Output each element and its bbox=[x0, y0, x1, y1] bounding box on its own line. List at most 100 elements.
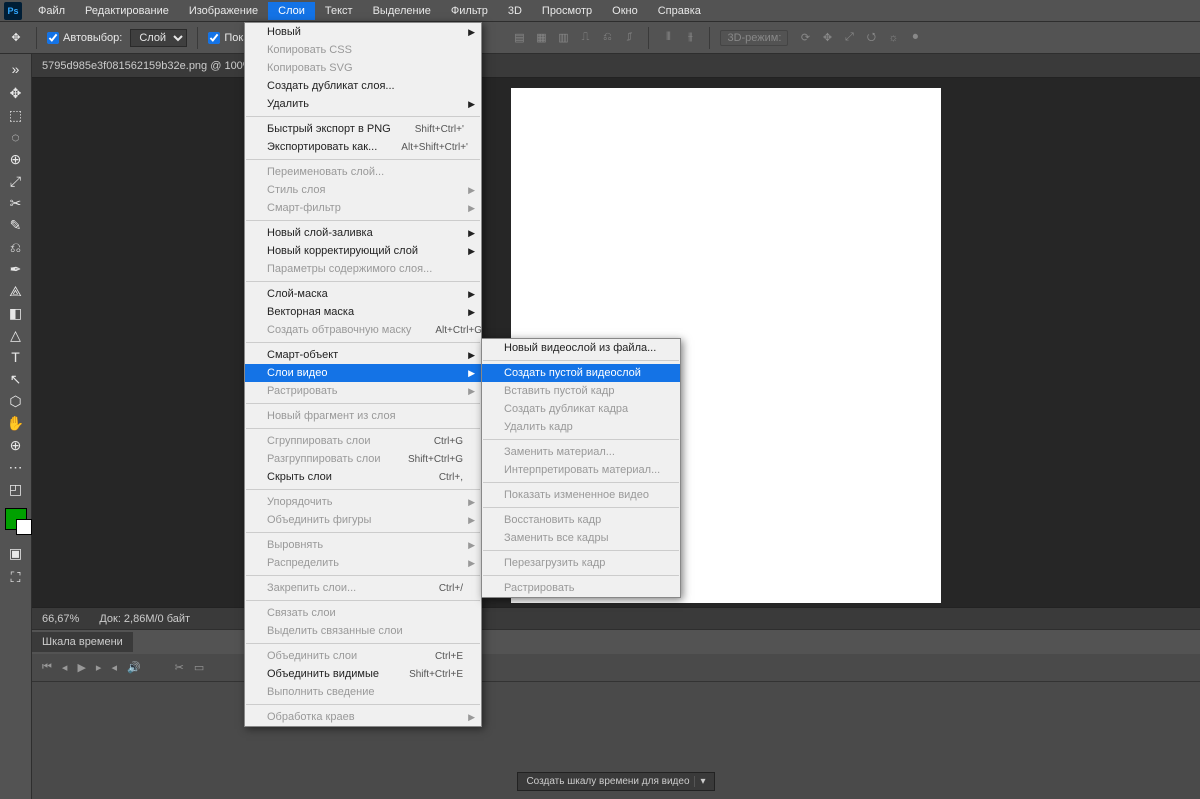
layers-menu-item[interactable]: Быстрый экспорт в PNGShift+Ctrl+' bbox=[245, 120, 481, 138]
autoselect-checkbox[interactable]: Автовыбор: bbox=[47, 32, 122, 44]
next-frame-icon[interactable]: ▸ bbox=[96, 661, 102, 674]
quickmask-icon[interactable]: ▣ bbox=[4, 542, 28, 564]
menu-3d[interactable]: 3D bbox=[498, 2, 532, 20]
align-icon[interactable]: ▦ bbox=[532, 29, 550, 47]
zoom-level[interactable]: 66,67% bbox=[42, 613, 79, 625]
tool-button[interactable]: ✎ bbox=[4, 214, 28, 236]
move-tool-icon: ✥ bbox=[6, 28, 26, 48]
layers-menu-item[interactable]: Слои видео▶ bbox=[245, 364, 481, 382]
layers-menu-item[interactable]: Создать дубликат слоя... bbox=[245, 77, 481, 95]
distribute-icon[interactable]: ⫴ bbox=[659, 29, 677, 47]
menu-separator bbox=[483, 360, 679, 361]
align-icon[interactable]: ⎌ bbox=[598, 29, 616, 47]
menu-просмотр[interactable]: Просмотр bbox=[532, 2, 602, 20]
menu-separator bbox=[246, 220, 480, 221]
tool-button[interactable]: ◰ bbox=[4, 478, 28, 500]
menu-редактирование[interactable]: Редактирование bbox=[75, 2, 179, 20]
timeline-body: Создать шкалу времени для видео ▾ bbox=[32, 682, 1200, 799]
video-submenu-item[interactable]: Создать пустой видеослой bbox=[482, 364, 680, 382]
menu-слои[interactable]: Слои bbox=[268, 2, 315, 20]
menu-текст[interactable]: Текст bbox=[315, 2, 363, 20]
align-buttons: ▤▦▥ ⎍⎌⎎ bbox=[510, 29, 638, 47]
tool-button[interactable]: ⤢ bbox=[4, 170, 28, 192]
separator bbox=[197, 27, 198, 49]
audio-icon[interactable]: 🔊 bbox=[127, 661, 141, 674]
submenu-arrow-icon: ▶ bbox=[468, 558, 475, 569]
pan-icon[interactable]: ✥ bbox=[818, 29, 836, 47]
tool-button[interactable]: ⎌ bbox=[4, 236, 28, 258]
layers-menu-item[interactable]: Новый слой-заливка▶ bbox=[245, 224, 481, 242]
tool-button[interactable]: ⟁ bbox=[4, 280, 28, 302]
autoselect-label: Автовыбор: bbox=[63, 32, 122, 44]
menu-изображение[interactable]: Изображение bbox=[179, 2, 268, 20]
align-icon[interactable]: ⎍ bbox=[576, 29, 594, 47]
align-icon[interactable]: ▤ bbox=[510, 29, 528, 47]
menu-фильтр[interactable]: Фильтр bbox=[441, 2, 498, 20]
tool-button[interactable]: ✒ bbox=[4, 258, 28, 280]
tool-button[interactable]: ◌ bbox=[4, 126, 28, 148]
align-icon[interactable]: ⎎ bbox=[620, 29, 638, 47]
layers-menu-item: Копировать CSS bbox=[245, 41, 481, 59]
tool-button[interactable]: T bbox=[4, 346, 28, 368]
layers-menu-item: Стиль слоя▶ bbox=[245, 181, 481, 199]
tool-button[interactable]: ⬚ bbox=[4, 104, 28, 126]
light-icon[interactable]: ☼ bbox=[884, 29, 902, 47]
layers-menu-item: Копировать SVG bbox=[245, 59, 481, 77]
distribute-icon[interactable]: ⫵ bbox=[681, 29, 699, 47]
tool-button[interactable]: ↖ bbox=[4, 368, 28, 390]
layers-menu-item[interactable]: Удалить▶ bbox=[245, 95, 481, 113]
tool-button[interactable]: ◧ bbox=[4, 302, 28, 324]
tool-button[interactable]: ⋯ bbox=[4, 456, 28, 478]
menu-separator bbox=[246, 159, 480, 160]
split-icon[interactable]: ✂ bbox=[175, 661, 184, 674]
menu-файл[interactable]: Файл bbox=[28, 2, 75, 20]
video-submenu-item[interactable]: Новый видеослой из файла... bbox=[482, 339, 680, 357]
color-swatch[interactable] bbox=[5, 508, 27, 530]
menu-выделение[interactable]: Выделение bbox=[363, 2, 441, 20]
last-frame-icon[interactable]: ◂ bbox=[111, 661, 117, 674]
screenmode-icon[interactable]: ⛶ bbox=[4, 566, 28, 588]
layers-menu-item[interactable]: Экспортировать как...Alt+Shift+Ctrl+' bbox=[245, 138, 481, 156]
submenu-arrow-icon: ▶ bbox=[468, 27, 475, 38]
document-tab[interactable]: 5795d985e3f081562159b32e.png @ 100% (R bbox=[32, 54, 1200, 78]
layers-menu-item[interactable]: Скрыть слоиCtrl+, bbox=[245, 468, 481, 486]
rotate-icon[interactable]: ⭯ bbox=[862, 29, 880, 47]
align-icon[interactable]: ▥ bbox=[554, 29, 572, 47]
tool-button[interactable]: ⊕ bbox=[4, 148, 28, 170]
layers-menu-item[interactable]: Слой-маска▶ bbox=[245, 285, 481, 303]
menu-separator bbox=[246, 116, 480, 117]
camera-icon[interactable]: ⏺ bbox=[906, 29, 924, 47]
expand-icon[interactable]: » bbox=[4, 58, 28, 80]
tool-button[interactable]: ✥ bbox=[4, 82, 28, 104]
dolly-icon[interactable]: ⤢ bbox=[840, 29, 858, 47]
menu-окно[interactable]: Окно bbox=[602, 2, 648, 20]
autoselect-target-select[interactable]: Слой bbox=[130, 29, 187, 47]
layers-menu-dropdown: Новый▶Копировать CSSКопировать SVGСоздат… bbox=[244, 22, 482, 727]
prev-frame-icon[interactable]: ◂ bbox=[62, 661, 68, 674]
play-icon[interactable]: ▶ bbox=[77, 661, 85, 674]
layers-menu-item[interactable]: Смарт-объект▶ bbox=[245, 346, 481, 364]
layers-menu-item[interactable]: Новый▶ bbox=[245, 23, 481, 41]
tool-button[interactable]: △ bbox=[4, 324, 28, 346]
chevron-down-icon: ▾ bbox=[694, 776, 706, 787]
layers-menu-item: Объединить фигуры▶ bbox=[245, 511, 481, 529]
submenu-arrow-icon: ▶ bbox=[468, 228, 475, 239]
tool-button[interactable]: ⊕ bbox=[4, 434, 28, 456]
tools-panel: » ✥⬚◌⊕⤢✂✎⎌✒⟁◧△T↖⬡✋⊕⋯◰ ▣ ⛶ bbox=[0, 54, 32, 799]
tool-button[interactable]: ✋ bbox=[4, 412, 28, 434]
transition-icon[interactable]: ▭ bbox=[194, 661, 204, 674]
tool-button[interactable]: ⬡ bbox=[4, 390, 28, 412]
orbit-icon[interactable]: ⟳ bbox=[796, 29, 814, 47]
create-video-timeline-button[interactable]: Создать шкалу времени для видео ▾ bbox=[517, 772, 714, 791]
menu-separator bbox=[246, 704, 480, 705]
first-frame-icon[interactable]: ⏮ bbox=[42, 661, 52, 674]
video-submenu-item: Растрировать bbox=[482, 579, 680, 597]
layers-menu-item[interactable]: Векторная маска▶ bbox=[245, 303, 481, 321]
timeline-tab[interactable]: Шкала времени bbox=[32, 632, 133, 652]
layers-menu-item[interactable]: Новый корректирующий слой▶ bbox=[245, 242, 481, 260]
tool-button[interactable]: ✂ bbox=[4, 192, 28, 214]
layers-menu-item: Параметры содержимого слоя... bbox=[245, 260, 481, 278]
layers-menu-item[interactable]: Объединить видимыеShift+Ctrl+E bbox=[245, 665, 481, 683]
layers-menu-item: Выровнять▶ bbox=[245, 536, 481, 554]
menu-справка[interactable]: Справка bbox=[648, 2, 711, 20]
